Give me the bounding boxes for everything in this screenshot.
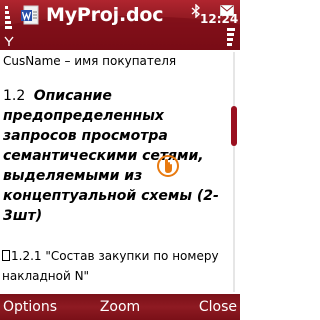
word-document-icon — [21, 5, 39, 25]
battery-level-icon — [224, 28, 238, 50]
heading-number: 1.2 — [3, 88, 26, 104]
vertical-scrollbar[interactable] — [228, 50, 240, 294]
app-title: MyProj.doc — [46, 4, 164, 26]
heading-text: Описание предопределенных запросов просм… — [3, 88, 219, 224]
close-softkey[interactable]: Close — [199, 294, 237, 320]
section-heading: 1.2 Описание предопределенных запросов п… — [3, 86, 225, 226]
clock: 12:24 — [200, 12, 239, 26]
scrollbar-thumb[interactable] — [231, 106, 237, 146]
options-softkey[interactable]: Options — [3, 294, 57, 320]
status-bar: MyProj.doc 12:24 — [0, 0, 240, 50]
scrollbar-track — [233, 52, 235, 292]
signal-strength-icon — [2, 2, 16, 48]
softkey-bar: Options Zoom Close — [0, 294, 240, 320]
missing-glyph-box — [2, 250, 10, 261]
document-view[interactable]: CusName – имя покупателя 1.2 Описание пр… — [0, 50, 228, 294]
list-item: 1.2.1 "Состав закупки по номеру накладно… — [2, 246, 226, 286]
antenna-icon — [4, 36, 14, 46]
document-text-line: CusName – имя покупателя — [3, 54, 177, 68]
zoom-softkey[interactable]: Zoom — [90, 294, 150, 320]
list-item-text: 1.2.1 "Состав закупки по номеру накладно… — [2, 249, 219, 283]
touch-cursor-icon — [157, 155, 179, 177]
